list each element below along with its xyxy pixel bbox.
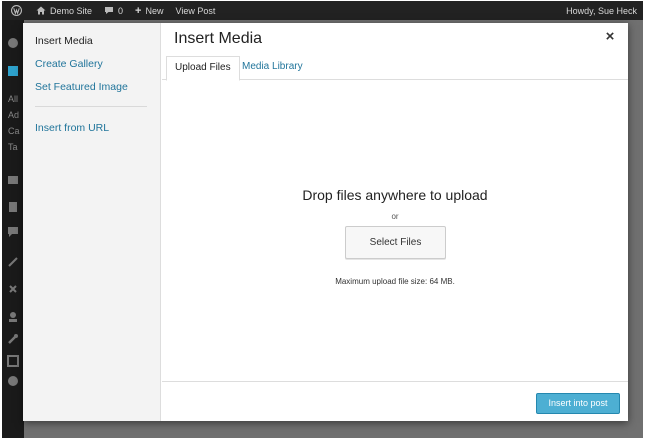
dashboard-icon[interactable] (7, 36, 19, 48)
tab-media-library[interactable]: Media Library (234, 56, 311, 80)
admin-bar: Demo Site 0 + New View Post Howdy, Sue H… (2, 1, 643, 20)
settings-icon[interactable] (7, 354, 19, 367)
howdy-text: Howdy, Sue Heck (566, 5, 637, 16)
view-post-label: View Post (175, 5, 216, 16)
sidebar-divider (35, 106, 147, 107)
media-content: Insert Media × Upload Files Media Librar… (162, 23, 628, 421)
howdy-account-link[interactable]: Howdy, Sue Heck (560, 1, 643, 20)
wp-logo-button[interactable] (2, 1, 30, 20)
comment-icon (104, 6, 114, 15)
media-icon[interactable] (7, 173, 19, 185)
view-post-link[interactable]: View Post (170, 1, 222, 20)
home-icon (36, 6, 46, 15)
drop-or-text: or (391, 212, 399, 221)
plus-icon: + (135, 4, 142, 17)
plugins-icon[interactable] (7, 282, 19, 294)
insert-media-modal: Insert Media Create Gallery Set Featured… (23, 23, 628, 421)
sidebar-item-insert-media[interactable]: Insert Media (35, 35, 93, 47)
appearance-icon[interactable] (7, 255, 19, 267)
media-sidebar: Insert Media Create Gallery Set Featured… (23, 23, 161, 421)
tab-upload-files[interactable]: Upload Files (166, 56, 240, 81)
comments-count: 0 (118, 5, 124, 16)
insert-into-post-button[interactable]: Insert into post (536, 393, 620, 414)
site-name-link[interactable]: Demo Site (30, 1, 98, 20)
comments-link[interactable]: 0 (98, 1, 129, 20)
admin-menu: All Ad Ca Ta (2, 20, 24, 438)
wordpress-icon (10, 5, 22, 16)
sidebar-item-insert-from-url[interactable]: Insert from URL (35, 122, 109, 134)
tools-icon[interactable] (7, 332, 19, 344)
menu-text-categories: Ca (8, 126, 20, 136)
new-content-link[interactable]: + New (129, 1, 169, 20)
pin-icon[interactable] (7, 64, 19, 76)
modal-title: Insert Media (174, 30, 263, 47)
pages-icon[interactable] (7, 200, 19, 212)
menu-text-add: Ad (8, 110, 20, 120)
close-icon[interactable]: × (602, 29, 618, 45)
max-upload-size-text: Maximum upload file size: 64 MB. (335, 277, 455, 286)
menu-text-all: All (8, 94, 19, 104)
sidebar-item-create-gallery[interactable]: Create Gallery (35, 58, 103, 70)
new-label: New (145, 5, 164, 16)
sidebar-item-set-featured-image[interactable]: Set Featured Image (35, 81, 128, 93)
media-tabs: Upload Files Media Library (162, 56, 628, 81)
media-toolbar: Insert into post (162, 381, 628, 421)
collapse-icon[interactable] (7, 374, 19, 386)
drop-files-heading: Drop files anywhere to upload (302, 187, 488, 203)
select-files-button[interactable]: Select Files (345, 226, 446, 259)
users-icon[interactable] (7, 310, 19, 322)
upload-drop-zone[interactable]: Drop files anywhere to upload or Select … (162, 81, 628, 381)
site-name: Demo Site (50, 5, 93, 16)
comments-icon[interactable] (7, 225, 19, 237)
menu-text-tags: Ta (8, 142, 18, 152)
wp-admin-screen: Demo Site 0 + New View Post Howdy, Sue H… (2, 1, 643, 438)
